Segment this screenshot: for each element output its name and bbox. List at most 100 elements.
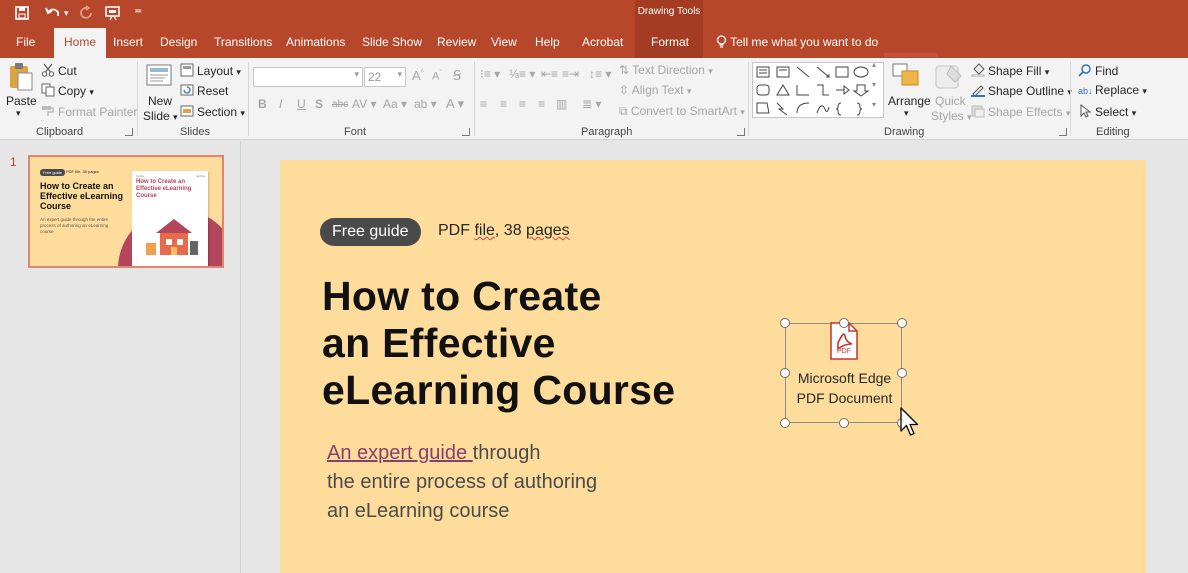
line-spacing-icon[interactable]: ↕≡ ▾: [589, 67, 611, 81]
new-slide-label-2[interactable]: Slide ▾: [143, 109, 178, 123]
tab-view[interactable]: View: [491, 35, 517, 49]
underline-icon[interactable]: U: [297, 97, 306, 111]
font-color-icon[interactable]: A ▾: [446, 96, 464, 112]
layout-button[interactable]: Layout ▾: [180, 63, 241, 78]
slide-canvas[interactable]: Free guide PDF file, 38 pages How to Cre…: [280, 160, 1146, 573]
font-size-combo[interactable]: 22 ▾: [364, 67, 406, 87]
resize-handle-top-right[interactable]: [897, 318, 907, 328]
tab-format[interactable]: Format: [651, 35, 689, 49]
tab-insert[interactable]: Insert: [113, 35, 143, 49]
bullets-icon[interactable]: ⁝≡ ▾: [480, 67, 500, 81]
format-painter-button[interactable]: Format Painter: [41, 104, 137, 119]
new-slide-label-1[interactable]: New: [148, 94, 172, 108]
tell-me-box[interactable]: Tell me what you want to do: [716, 35, 878, 49]
numbering-icon[interactable]: ⅓≡ ▾: [509, 67, 535, 81]
quick-styles-button[interactable]: [933, 62, 965, 95]
copy-button[interactable]: Copy ▾: [41, 83, 94, 98]
separator: [137, 62, 138, 136]
undo-dropdown-icon[interactable]: ▾: [64, 8, 69, 19]
tab-file[interactable]: File: [16, 35, 35, 49]
undo-icon[interactable]: [44, 5, 62, 24]
quick-styles-label-1[interactable]: Quick: [935, 94, 966, 108]
customize-icon[interactable]: ≖: [134, 6, 142, 17]
select-button[interactable]: Select ▾: [1078, 104, 1136, 119]
shrink-font-icon[interactable]: Aˇ: [432, 70, 442, 83]
quick-styles-label-2[interactable]: Styles ▾: [931, 109, 972, 123]
slide-thumbnail[interactable]: Free guide PDF file, 38 pages How to Cre…: [28, 155, 224, 268]
font-group-label: Font: [344, 126, 367, 138]
paste-button[interactable]: [7, 62, 35, 95]
decrease-indent-icon[interactable]: ⇤≡: [541, 67, 558, 81]
tab-home[interactable]: Home: [54, 28, 107, 58]
tab-slide-show[interactable]: Slide Show: [362, 35, 422, 49]
highlight-icon[interactable]: ab ▾: [414, 97, 437, 111]
slide-subtitle[interactable]: An expert guide through the entire proce…: [327, 439, 667, 526]
font-size-dropdown-icon[interactable]: ▾: [397, 69, 402, 80]
paragraph-launcher[interactable]: [737, 128, 745, 136]
gallery-more-icon[interactable]: ▾: [872, 100, 876, 109]
shape-outline-button[interactable]: Shape Outline ▾: [971, 83, 1072, 98]
align-center-icon[interactable]: ≡: [500, 97, 507, 111]
tab-help[interactable]: Help: [535, 35, 560, 49]
clipboard-launcher[interactable]: [125, 128, 133, 136]
bold-icon[interactable]: B: [258, 97, 267, 111]
replace-button[interactable]: ab↓ Replace ▾: [1078, 83, 1147, 97]
section-button[interactable]: Section ▾: [180, 104, 245, 119]
tab-animations[interactable]: Animations: [286, 35, 345, 49]
strikethrough-icon[interactable]: abc: [332, 99, 348, 110]
separator: [1070, 62, 1071, 136]
find-button[interactable]: Find: [1078, 63, 1118, 78]
gallery-scroll-down-icon[interactable]: ▾: [872, 80, 876, 89]
grow-font-icon[interactable]: A^: [412, 68, 424, 83]
clear-formatting-icon[interactable]: Ꞩ: [453, 68, 461, 84]
convert-smartart-button[interactable]: ⧉ Convert to SmartArt ▾: [619, 104, 745, 119]
character-spacing-icon[interactable]: AV ▾: [352, 97, 376, 111]
tab-acrobat[interactable]: Acrobat: [582, 35, 623, 49]
resize-handle-right[interactable]: [897, 368, 907, 378]
resize-handle-top[interactable]: [839, 318, 849, 328]
columns-icon[interactable]: ▥: [556, 97, 567, 111]
font-name-dropdown-icon[interactable]: ▾: [354, 69, 359, 80]
resize-handle-top-left[interactable]: [780, 318, 790, 328]
shadow-icon[interactable]: S: [315, 97, 323, 111]
layout-label: Layout: [197, 64, 234, 78]
align-text-button[interactable]: ⇳ Align Text ▾: [619, 83, 691, 97]
gallery-scroll-up-icon[interactable]: ▴: [872, 60, 876, 69]
resize-handle-left[interactable]: [780, 368, 790, 378]
slide-title[interactable]: How to Create an Effective eLearning Cou…: [322, 273, 762, 414]
paste-label[interactable]: Paste: [6, 94, 37, 108]
magnifier-icon: [1078, 64, 1091, 77]
tab-review[interactable]: Review: [437, 35, 476, 49]
resize-handle-bottom-left[interactable]: [780, 418, 790, 428]
shape-effects-button[interactable]: Shape Effects ▾: [971, 104, 1070, 119]
arrange-button[interactable]: [890, 62, 922, 95]
object-caption: Microsoft Edge PDF Document: [786, 368, 903, 408]
italic-icon[interactable]: I: [279, 97, 282, 111]
paste-dropdown-icon[interactable]: ▾: [16, 108, 21, 119]
align-right-icon[interactable]: ≡: [519, 97, 526, 111]
redo-icon[interactable]: [78, 5, 94, 24]
tab-transitions[interactable]: Transitions: [214, 35, 272, 49]
resize-handle-bottom[interactable]: [839, 418, 849, 428]
new-slide-button[interactable]: [145, 62, 173, 91]
increase-indent-icon[interactable]: ≡⇥: [562, 67, 579, 81]
justify-icon[interactable]: ≡: [538, 97, 545, 111]
text-direction-button[interactable]: ⇅ Text Direction ▾: [619, 63, 713, 77]
shape-fill-button[interactable]: Shape Fill ▾: [971, 63, 1049, 78]
arrange-dropdown-icon[interactable]: ▾: [904, 108, 909, 119]
tab-design[interactable]: Design: [160, 35, 197, 49]
align-left-icon[interactable]: ≡: [480, 97, 487, 111]
change-case-icon[interactable]: Aa ▾: [383, 97, 407, 111]
subtitle-link[interactable]: An expert guide: [327, 442, 473, 464]
present-icon[interactable]: [104, 5, 122, 24]
save-icon[interactable]: [14, 5, 30, 24]
cut-button[interactable]: Cut: [41, 63, 77, 78]
arrange-label[interactable]: Arrange: [888, 94, 931, 108]
font-name-combo[interactable]: ▾: [253, 67, 363, 87]
embedded-pdf-object[interactable]: PDF Microsoft Edge PDF Document: [780, 318, 907, 428]
reset-button[interactable]: Reset: [180, 83, 228, 98]
paragraph-border-icon[interactable]: ≣ ▾: [582, 97, 601, 111]
drawing-launcher[interactable]: [1059, 128, 1067, 136]
shapes-gallery[interactable]: [752, 62, 884, 118]
font-launcher[interactable]: [462, 128, 470, 136]
